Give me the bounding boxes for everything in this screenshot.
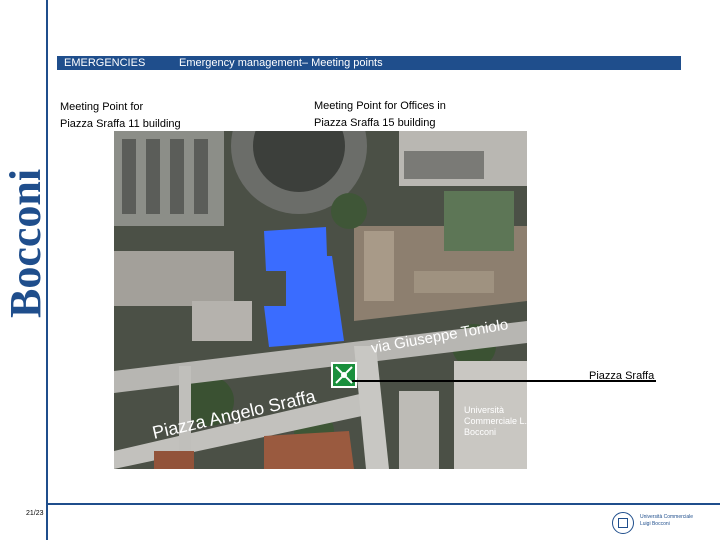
page-title: Emergency management– Meeting points: [179, 57, 383, 69]
left-meeting-point-label: Meeting Point for Piazza Sraffa 11 build…: [60, 99, 181, 133]
footer-university-name: Università Commerciale Luigi Bocconi: [640, 514, 716, 528]
bocconi-vertical-logo: Bocconi: [1, 169, 46, 318]
left-border-line: [46, 0, 48, 540]
vertical-brand-text: Bocconi: [1, 169, 46, 318]
right-label-line1: Meeting Point for Offices in: [314, 100, 446, 112]
aerial-map: via Giuseppe Toniolo Piazza Angelo Sraff…: [114, 131, 527, 469]
footer-logo: Università Commerciale Luigi Bocconi: [612, 512, 716, 534]
right-label-line2: Piazza Sraffa 15 building: [314, 117, 436, 129]
page-number: 21/23: [26, 510, 44, 517]
assembly-point-icon: [331, 362, 357, 388]
pointer-label: Piazza Sraffa: [589, 370, 655, 382]
university-seal-icon: [612, 512, 634, 534]
footer-border-line: [46, 503, 720, 505]
footer-name-line2: Luigi Bocconi: [640, 521, 670, 527]
section-label: EMERGENCIES: [64, 57, 146, 69]
right-meeting-point-label: Meeting Point for Offices in Piazza Sraf…: [314, 98, 446, 132]
title-bar: EMERGENCIES Emergency management– Meetin…: [57, 56, 681, 70]
footer-name-line1: Università Commerciale: [640, 514, 694, 520]
left-label-line1: Meeting Point for: [60, 101, 144, 113]
